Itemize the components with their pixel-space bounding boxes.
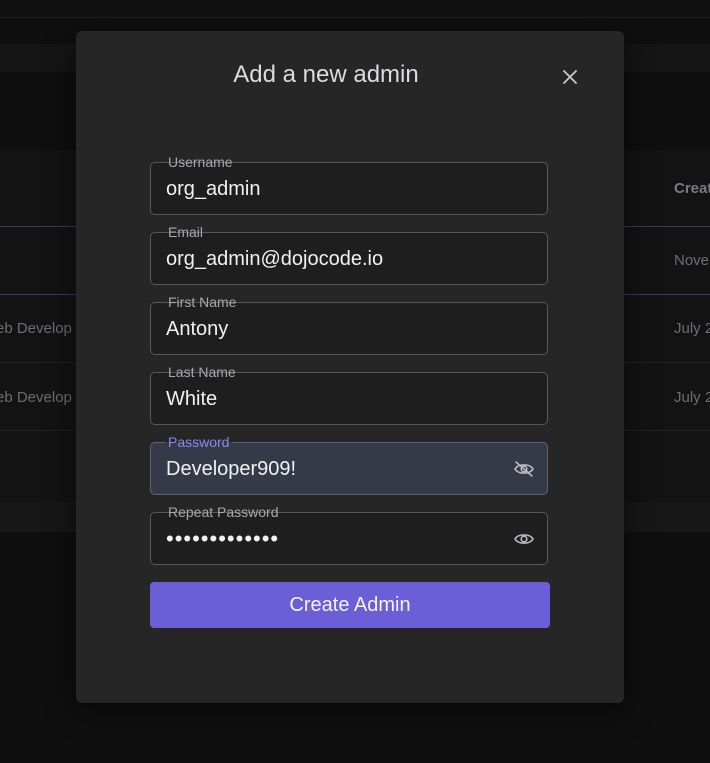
email-label: Email <box>165 223 207 241</box>
close-icon <box>563 70 577 84</box>
password-field: Password <box>150 433 548 495</box>
first-name-field: First Name <box>150 293 548 355</box>
first-name-label: First Name <box>165 293 240 311</box>
repeat-password-input[interactable] <box>166 525 496 553</box>
last-name-input[interactable] <box>166 385 496 413</box>
last-name-label: Last Name <box>165 363 239 381</box>
username-field: Username <box>150 153 548 215</box>
table-cell-role: eb Develop <box>0 320 72 337</box>
add-admin-modal: Add a new admin Username Email First Nam… <box>76 31 624 703</box>
email-input[interactable] <box>166 245 496 273</box>
background-topbar <box>0 0 710 18</box>
repeat-password-field: Repeat Password <box>150 503 548 565</box>
eye-icon <box>514 534 534 544</box>
table-header-created: Creat <box>674 180 710 197</box>
create-admin-button[interactable]: Create Admin <box>150 582 550 628</box>
username-label: Username <box>165 153 236 171</box>
password-visibility-toggle[interactable] <box>512 458 536 480</box>
page: Creat Nove eb Develop July 2 eb Develop … <box>0 0 710 763</box>
modal-title: Add a new admin <box>233 61 419 88</box>
username-input[interactable] <box>166 175 496 203</box>
eye-off-icon <box>514 461 534 477</box>
last-name-field: Last Name <box>150 363 548 425</box>
table-cell-date: July 2 <box>674 320 710 337</box>
email-field: Email <box>150 223 548 285</box>
first-name-input[interactable] <box>166 315 496 343</box>
password-input[interactable] <box>166 455 496 483</box>
repeat-password-label: Repeat Password <box>165 503 282 521</box>
table-cell-date: Nove <box>674 252 710 269</box>
repeat-password-visibility-toggle[interactable] <box>512 528 536 550</box>
close-button[interactable] <box>557 64 583 90</box>
table-cell-date: July 2 <box>674 389 710 406</box>
table-cell-role: eb Develop <box>0 389 72 406</box>
password-label: Password <box>165 433 233 451</box>
